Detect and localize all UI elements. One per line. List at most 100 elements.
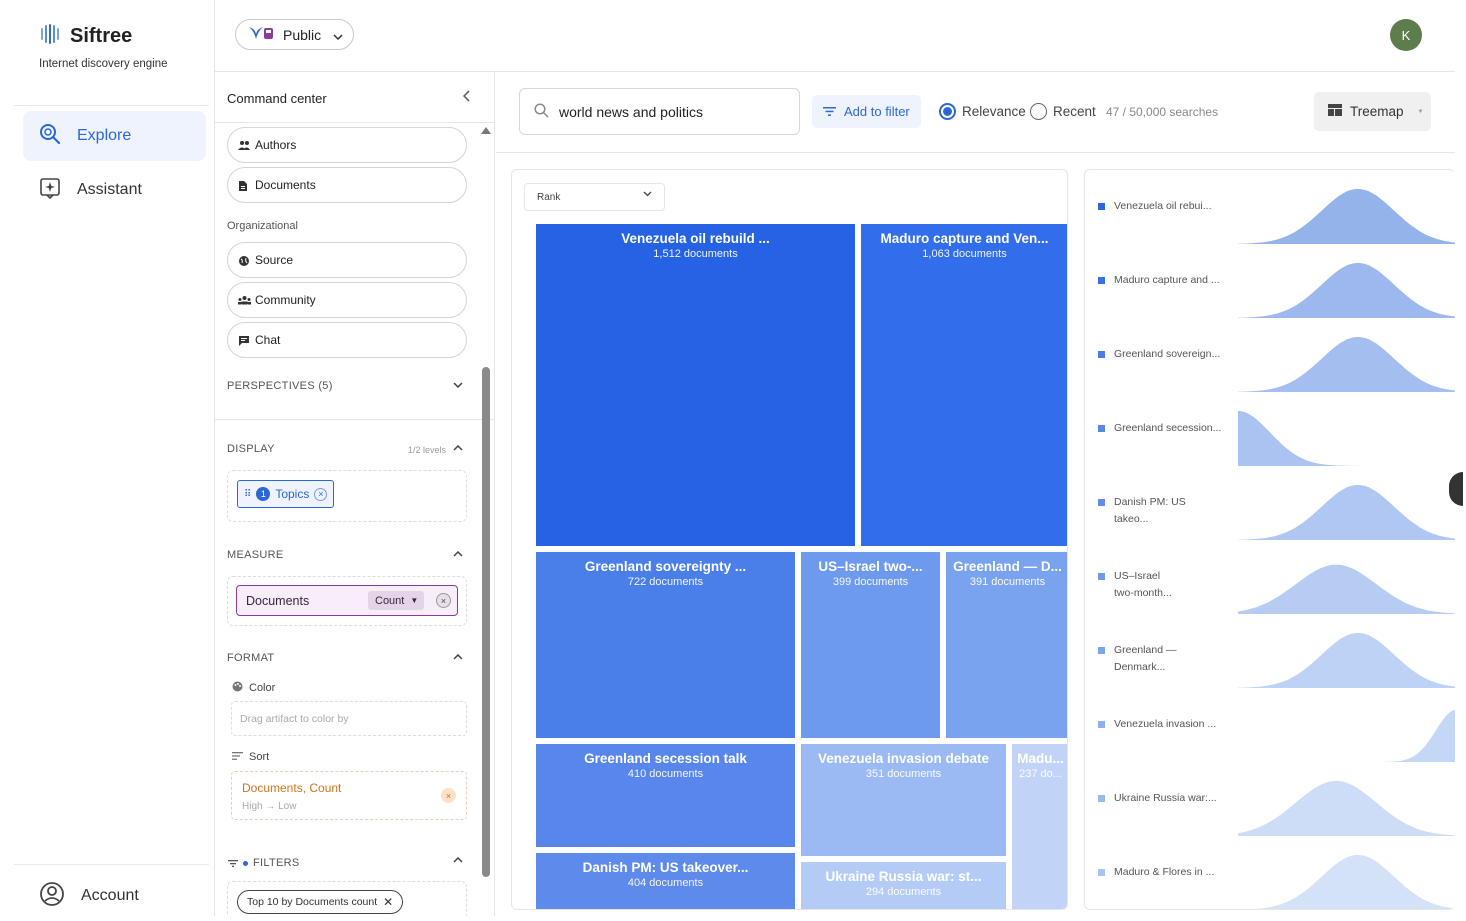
view-select-treemap[interactable]: Treemap ▼ [1314,92,1431,131]
sparkline-area [1238,710,1455,762]
filters-dropzone[interactable]: Top 10 by Documents count ✕ [227,881,467,916]
scrollbar-thumb[interactable] [482,367,490,877]
measure-dropzone[interactable]: Documents Count ▼ × [227,576,467,626]
tile-title: Venezuela invasion debate [817,751,990,766]
command-center-header: Command center [215,72,494,123]
treemap-tile[interactable]: Venezuela invasion debate 351 documents [801,744,1006,856]
sparkline-area [1238,564,1455,614]
collapse-chevron-left-icon[interactable] [462,89,471,105]
rank-select[interactable]: Rank [524,183,665,211]
treemap-tile[interactable]: Ukraine Russia war: st... 294 documents [801,862,1006,909]
nav-item-label: Explore [77,127,132,144]
sparkline-legend-item[interactable]: Greenland — Denmark... [1098,642,1223,676]
topics-chip[interactable]: ⠿ 1 Topics × [237,480,335,508]
measure-label: MEASURE [227,549,284,561]
perspectives-label[interactable]: PERSPECTIVES (5) [227,380,333,392]
tile-count: 1,063 documents [922,248,1007,260]
sparkline-legend-item[interactable]: US–Israel two-month... [1098,568,1223,602]
measure-chip[interactable]: Documents Count ▼ × [236,585,458,616]
sparkline-legend-item[interactable]: Maduro & Flores in ... [1098,864,1223,881]
tile-title: Ukraine Russia war: st... [825,869,982,884]
remove-icon[interactable]: × [441,788,456,803]
sparkline-legend-item[interactable]: Venezuela oil rebui... [1098,198,1223,215]
aggregation-select[interactable]: Count ▼ [368,591,424,610]
search-field[interactable]: world news and politics [519,88,800,135]
sparkline-legend-item[interactable]: Ukraine Russia war:... [1098,790,1223,807]
brand[interactable]: Siftree [38,22,132,51]
close-icon[interactable]: ✕ [383,895,393,909]
radio-label: Recent [1053,104,1096,119]
radio-label: Relevance [962,104,1026,119]
filters-header: FILTERS [228,854,300,872]
sparkline-area [1238,262,1455,318]
sparkline-chart [1238,632,1455,688]
drag-handle-icon[interactable]: ⠿ [244,489,251,500]
treemap-tile[interactable]: Greenland — D... 391 documents [946,552,1067,738]
command-center-panel: Command center Authors Documents Organiz… [215,72,495,916]
chevron-up-icon[interactable] [453,549,463,560]
nav-item-explore[interactable]: Explore [23,111,206,161]
nav-item-account[interactable]: Account [23,871,206,921]
sparkline-legend-item[interactable]: Danish PM: US takeo... [1098,494,1223,528]
avatar[interactable]: K [1390,19,1422,51]
color-dropzone[interactable]: Drag artifact to color by [231,701,467,736]
level-badge: 1 [256,487,271,501]
assistant-sparkle-icon [39,177,61,204]
chevron-up-icon[interactable] [453,855,463,866]
sort-label: Sort [249,751,270,763]
search-input[interactable]: world news and politics [559,104,703,120]
artifact-label: Source [255,253,294,267]
nav-divider [14,105,209,106]
caret-down-icon: ▼ [410,596,419,605]
artifact-chat[interactable]: Chat [227,322,467,358]
add-to-filter-button[interactable]: Add to filter [812,95,921,128]
artifact-documents[interactable]: Documents [227,167,467,203]
chevron-down-icon[interactable] [453,380,463,391]
group-icon [238,295,251,306]
palette-icon [232,681,243,695]
color-label: Color [249,682,276,694]
legend-label: Greenland sovereign... [1114,348,1221,360]
filter-chip[interactable]: Top 10 by Documents count ✕ [237,890,404,914]
treemap-tile[interactable]: Greenland sovereignty ... 722 documents [536,552,795,738]
artifact-community[interactable]: Community [227,282,467,318]
visibility-dropdown[interactable]: Public [235,19,354,50]
sort-direction[interactable]: High → Low [242,801,296,812]
sort-recent-radio[interactable]: Recent [1030,103,1096,120]
sparkline-chart [1238,410,1455,466]
treemap-tile[interactable]: US–Israel two-... 399 documents [801,552,940,738]
tile-count: 391 documents [969,576,1046,588]
treemap-tile[interactable]: Maduro capture and Ven... 1,063 documents [861,224,1067,546]
remove-icon[interactable]: × [314,487,328,501]
legend-label: Danish PM: US takeo... [1114,496,1186,525]
tile-count: 722 documents [627,576,704,588]
filter-icon [823,104,836,119]
treemap-tile[interactable]: Madu... 237 do... [1012,744,1067,909]
artifact-source[interactable]: Source [227,242,467,278]
sparkline-chart [1238,484,1455,540]
color-row: Color [232,681,275,695]
treemap-tile[interactable]: Venezuela oil rebuild ... 1,512 documents [536,224,855,546]
tile-title: Greenland secession talk [584,751,747,766]
chevron-up-icon[interactable] [453,652,463,663]
nav-item-assistant[interactable]: Assistant [23,165,206,215]
sparkline-legend-item[interactable]: Greenland sovereign... [1098,346,1223,363]
legend-label: Maduro capture and ... [1114,274,1220,286]
filter-icon [228,854,238,872]
sparkline-legend-item[interactable]: Maduro capture and ... [1098,272,1223,289]
sparkline-legend-item[interactable]: Venezuela invasion ... [1098,716,1223,733]
sparkline-legend-item[interactable]: Greenland secession... [1098,420,1223,437]
display-dropzone[interactable]: ⠿ 1 Topics × [227,470,467,522]
remove-icon[interactable]: × [436,593,451,608]
chevron-up-icon[interactable] [453,443,463,454]
tile-title: Madu... [1017,751,1064,766]
treemap-tile[interactable]: Greenland secession talk 410 documents [536,744,795,847]
artifact-authors[interactable]: Authors [227,127,467,163]
treemap-tile[interactable]: Danish PM: US takeover... 404 documents [536,853,795,909]
artifact-label: Authors [255,138,297,152]
sort-dropzone[interactable]: Documents, Count High → Low × [231,771,467,820]
legend-label: Venezuela invasion ... [1114,718,1217,730]
topics-chip-label: Topics [275,487,310,501]
scroll-up-arrow-icon[interactable] [481,127,491,134]
sort-relevance-radio[interactable]: Relevance [939,103,1026,120]
